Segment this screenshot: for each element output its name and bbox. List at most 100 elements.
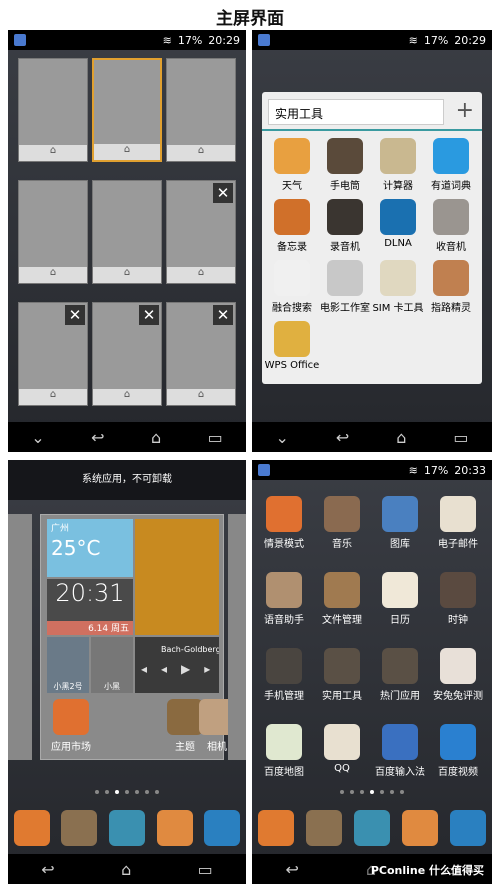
app-icon[interactable]: 手机管理: [256, 648, 312, 702]
set-home-button[interactable]: ⌂: [167, 389, 235, 405]
set-home-button[interactable]: ⌂: [93, 389, 161, 405]
app-icon[interactable]: 备忘录: [264, 199, 320, 253]
music-widget[interactable]: Bach-Goldberg V ◂◂▶▸▸: [135, 637, 219, 693]
back-icon[interactable]: ↩: [336, 428, 349, 447]
screen-preview-editor: ≋ 17% 20:29 ⌄ ↩ ⌂ ▭ ⌂ ⌂ ⌂ ⌂ ⌂ ⌂ ✕ ⌂ ✕ ⌂ ✕ ⌂ ✕: [8, 30, 246, 452]
app-icon[interactable]: 安兔兔评测: [430, 648, 486, 702]
page-indicator: [252, 790, 492, 794]
app-icon[interactable]: QQ: [314, 724, 370, 774]
date: 6.14: [88, 624, 109, 634]
set-home-button[interactable]: ⌂: [94, 144, 160, 160]
app-icon[interactable]: SIM 卡工具: [370, 260, 426, 314]
app-label: 热门应用: [380, 691, 420, 702]
app-icon[interactable]: 计算器: [370, 138, 426, 192]
app-icon[interactable]: 天气: [264, 138, 320, 192]
set-home-button[interactable]: ⌂: [167, 145, 235, 161]
app-icon[interactable]: 有道词典: [423, 138, 479, 192]
app-icon[interactable]: 电子邮件: [430, 496, 486, 550]
app-icon[interactable]: 语音助手: [256, 572, 312, 626]
photo-contact[interactable]: 小黑: [91, 637, 133, 693]
app-icon[interactable]: 百度输入法: [372, 724, 428, 778]
weather-widget[interactable]: 广州 25°C: [47, 519, 133, 577]
app-icon[interactable]: DLNA: [370, 199, 426, 249]
dock: [8, 806, 246, 850]
app-icon[interactable]: 应用市场: [43, 699, 99, 753]
app-icon-image: [274, 260, 310, 296]
app-icon[interactable]: WPS Office: [264, 321, 320, 371]
screen-thumbnail[interactable]: ⌂: [92, 58, 162, 162]
close-icon[interactable]: ✕: [213, 183, 233, 203]
app-icon[interactable]: 录音机: [317, 199, 373, 253]
back-icon[interactable]: ↩: [91, 428, 104, 447]
menu-icon[interactable]: ⌄: [31, 428, 44, 447]
nav-bar: ⌄ ↩ ⌂ ▭: [252, 422, 492, 452]
back-icon[interactable]: ↩: [286, 860, 299, 879]
folder-name-input[interactable]: 实用工具: [268, 99, 444, 125]
screen-thumbnail[interactable]: ⌂ ✕: [18, 302, 88, 406]
set-home-button[interactable]: ⌂: [93, 267, 161, 283]
prev-page-preview[interactable]: [8, 514, 32, 760]
screen-thumbnail[interactable]: ⌂ ✕: [92, 302, 162, 406]
clock-widget[interactable]: 20:31 6.14 周五: [47, 579, 133, 635]
screen-thumbnail[interactable]: ⌂: [166, 58, 236, 162]
app-icon-image: [266, 724, 302, 760]
recents-icon[interactable]: ▭: [208, 428, 223, 447]
dock-app-icon[interactable]: [156, 810, 193, 846]
add-app-button[interactable]: +: [456, 98, 474, 123]
weather-city: 广州: [51, 524, 70, 534]
back-icon[interactable]: ↩: [41, 860, 54, 879]
page-title: 主屏界面: [216, 9, 284, 29]
app-icon[interactable]: 热门应用: [372, 648, 428, 702]
photo-widget-sunflower[interactable]: [135, 519, 219, 635]
dock: [252, 806, 492, 850]
app-icon[interactable]: 时钟: [430, 572, 486, 626]
app-icon[interactable]: 情景模式: [256, 496, 312, 550]
set-home-button[interactable]: ⌂: [19, 267, 87, 283]
app-icon[interactable]: 收音机: [423, 199, 479, 253]
close-icon[interactable]: ✕: [213, 305, 233, 325]
dock-app-icon[interactable]: [258, 810, 294, 846]
screen-thumbnail[interactable]: ⌂ ✕: [166, 302, 236, 406]
dock-app-icon[interactable]: [402, 810, 438, 846]
home-icon[interactable]: ⌂: [151, 428, 161, 447]
app-icon[interactable]: 电影工作室: [317, 260, 373, 314]
app-icon[interactable]: 融合搜索: [264, 260, 320, 314]
home-icon[interactable]: ⌂: [396, 428, 406, 447]
menu-icon[interactable]: ⌄: [275, 428, 288, 447]
recents-icon[interactable]: ▭: [453, 428, 468, 447]
dock-app-icon[interactable]: [13, 810, 50, 846]
next-page-preview[interactable]: [228, 514, 246, 760]
set-home-button[interactable]: ⌂: [19, 389, 87, 405]
app-label: SIM 卡工具: [372, 303, 424, 314]
app-icon[interactable]: 实用工具: [314, 648, 370, 702]
dock-app-icon[interactable]: [108, 810, 145, 846]
music-controls[interactable]: ◂◂▶▸▸: [141, 662, 219, 676]
close-icon[interactable]: ✕: [139, 305, 159, 325]
app-icon[interactable]: 日历: [372, 572, 428, 626]
set-home-button[interactable]: ⌂: [167, 267, 235, 283]
app-icon[interactable]: 指路精灵: [423, 260, 479, 314]
screen-thumbnail[interactable]: ⌂: [18, 180, 88, 284]
screen-thumbnail[interactable]: ⌂: [18, 58, 88, 162]
app-label: 电子邮件: [438, 539, 478, 550]
screen-thumbnail[interactable]: ⌂ ✕: [166, 180, 236, 284]
set-home-button[interactable]: ⌂: [19, 145, 87, 161]
screen-thumbnail[interactable]: ⌂: [92, 180, 162, 284]
app-label: 情景模式: [264, 539, 304, 550]
photo-contact[interactable]: 小黑2号: [47, 637, 89, 693]
dock-app-icon[interactable]: [450, 810, 486, 846]
app-icon[interactable]: 文件管理: [314, 572, 370, 626]
dock-app-icon[interactable]: [61, 810, 98, 846]
close-icon[interactable]: ✕: [65, 305, 85, 325]
dock-app-icon[interactable]: [306, 810, 342, 846]
dock-app-icon[interactable]: [204, 810, 241, 846]
app-icon[interactable]: 音乐: [314, 496, 370, 550]
dock-app-icon[interactable]: [354, 810, 390, 846]
recents-icon[interactable]: ▭: [198, 860, 213, 879]
app-icon[interactable]: 百度地图: [256, 724, 312, 778]
home-icon[interactable]: ⌂: [121, 860, 131, 879]
clock-time: 20:33: [454, 463, 486, 477]
app-icon[interactable]: 图库: [372, 496, 428, 550]
app-icon[interactable]: 百度视频: [430, 724, 486, 778]
app-icon[interactable]: 手电筒: [317, 138, 373, 192]
